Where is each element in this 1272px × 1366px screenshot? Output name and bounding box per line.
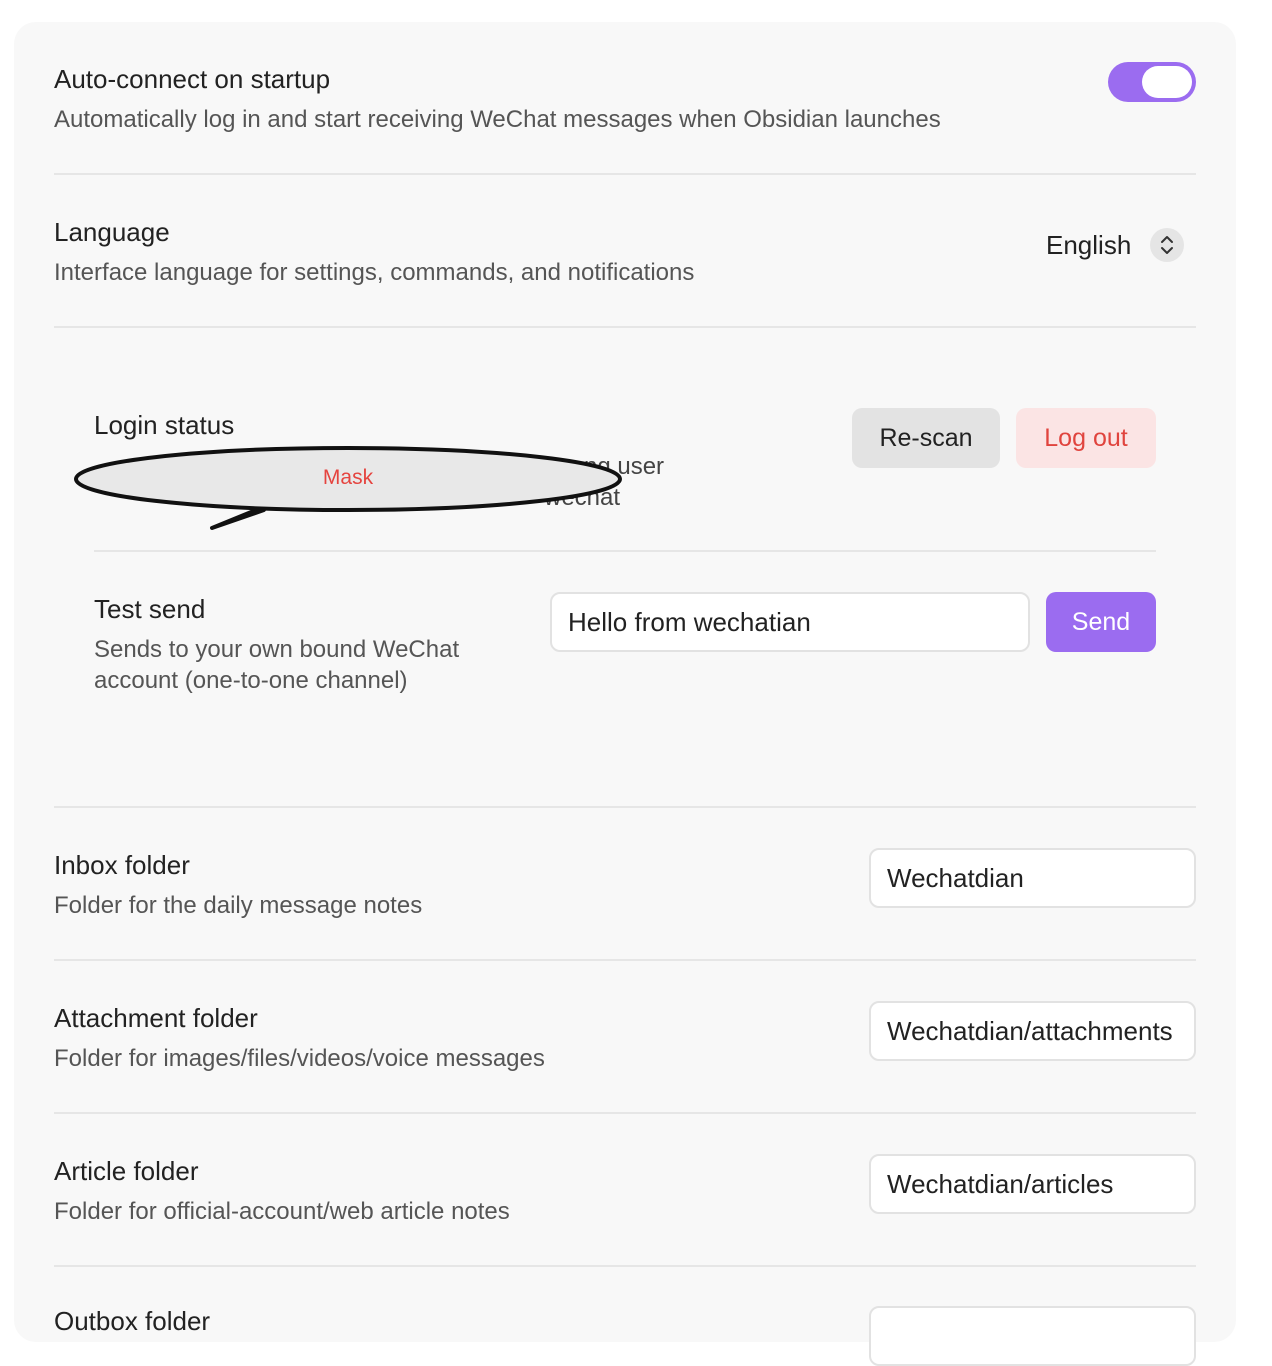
attachment-folder-description: Folder for images/files/videos/voice mes… [54,1045,545,1072]
test-send-input[interactable]: Hello from wechatian [550,592,1030,652]
test-send-description: Sends to your own bound WeChat account (… [94,636,460,694]
inbox-folder-input[interactable]: Wechatdian [869,848,1196,908]
outbox-folder-input[interactable] [869,1306,1196,1366]
inbox-folder-title: Inbox folder [54,850,190,880]
login-status-title: Login status [94,410,235,440]
test-send-title: Test send [94,594,206,624]
language-description: Interface language for settings, command… [54,259,695,286]
divider [54,326,1196,328]
outbox-folder-title: Outbox folder [54,1306,211,1336]
divider [54,806,1196,808]
logout-button[interactable]: Log out [1016,408,1156,468]
language-value: English [1046,229,1132,260]
language-select[interactable]: English [1040,224,1190,266]
chevron-up-down-icon [1150,228,1184,262]
inbox-folder-description: Folder for the daily message notes [54,892,423,919]
auto-connect-toggle[interactable] [1108,62,1196,102]
toggle-knob [1142,66,1192,98]
send-button[interactable]: Send [1046,592,1156,652]
article-folder-title: Article folder [54,1156,199,1186]
mask-label: Mask [322,466,374,489]
rescan-button[interactable]: Re-scan [852,408,1000,468]
divider [54,1265,1196,1267]
auto-connect-title: Auto-connect on startup [54,64,331,94]
auto-connect-description: Automatically log in and start receiving… [54,106,941,133]
divider [54,959,1196,961]
article-folder-description: Folder for official-account/web article … [54,1198,510,1225]
language-title: Language [54,217,170,247]
divider [54,173,1196,175]
divider [94,550,1156,552]
redaction-mask: Mask [74,446,622,530]
attachment-folder-title: Attachment folder [54,1003,258,1033]
divider [54,1112,1196,1114]
article-folder-input[interactable]: Wechatdian/articles [869,1154,1196,1214]
attachment-folder-input[interactable]: Wechatdian/attachments [869,1001,1196,1061]
